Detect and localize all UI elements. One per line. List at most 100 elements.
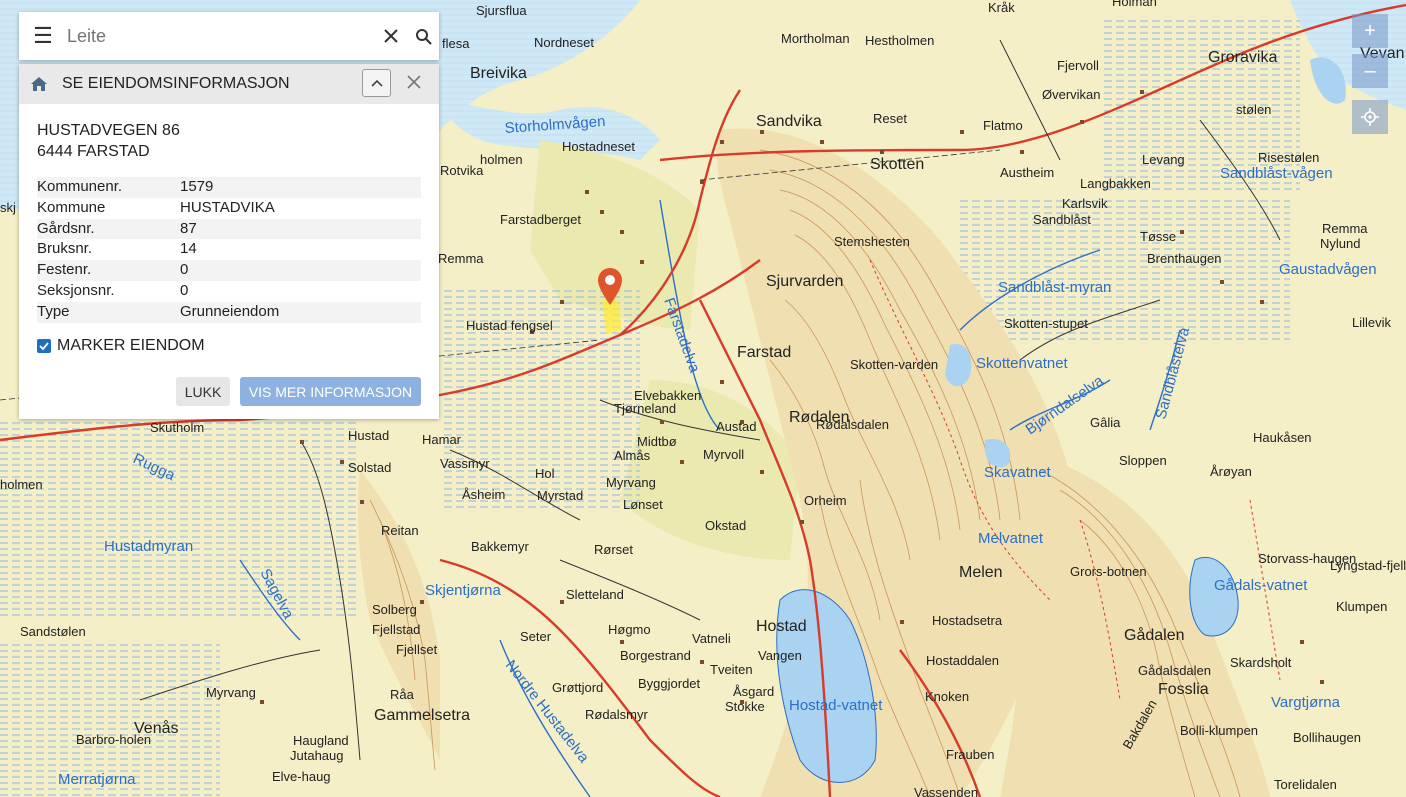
collapse-panel-button[interactable]: [362, 69, 391, 97]
svg-text:Orheim: Orheim: [804, 493, 847, 508]
svg-text:Borgestrand: Borgestrand: [620, 648, 691, 663]
svg-text:Myrstad: Myrstad: [537, 488, 583, 503]
close-panel-button[interactable]: [402, 70, 426, 94]
svg-text:Gammelsetra: Gammelsetra: [374, 707, 470, 724]
svg-text:Fjellstad: Fjellstad: [372, 622, 420, 637]
svg-text:Torelidalen: Torelidalen: [1274, 777, 1337, 792]
svg-text:flesa: flesa: [442, 36, 470, 51]
close-icon: [384, 29, 398, 43]
svg-text:Jutahaug: Jutahaug: [290, 748, 344, 763]
svg-text:Rørset: Rørset: [594, 542, 633, 557]
row-key: Festenr.: [37, 260, 180, 281]
menu-button[interactable]: ☰: [19, 12, 67, 60]
property-info-table: Kommunenr. 1579 Kommune HUSTADVIKA Gårds…: [37, 177, 421, 323]
svg-text:Hostad: Hostad: [756, 618, 807, 635]
row-key: Seksjonsnr.: [37, 281, 115, 299]
svg-text:Hustad: Hustad: [348, 428, 389, 443]
home-icon: [19, 76, 59, 92]
svg-text:Åsgard: Åsgard: [733, 684, 774, 699]
show-more-info-button[interactable]: VIS MER INFORMASJON: [240, 377, 421, 406]
svg-text:Levang: Levang: [1142, 152, 1185, 167]
svg-text:Skutholm: Skutholm: [150, 420, 204, 435]
svg-text:Vassmyr: Vassmyr: [440, 456, 490, 471]
hamburger-icon: ☰: [33, 23, 53, 48]
svg-text:Åsheim: Åsheim: [462, 487, 505, 502]
svg-text:Myrvang: Myrvang: [206, 685, 256, 700]
svg-text:Gaustadvågen: Gaustadvågen: [1279, 261, 1377, 278]
chevron-up-icon: [370, 79, 383, 87]
svg-text:Skavatnet: Skavatnet: [984, 464, 1052, 481]
svg-text:Tveiten: Tveiten: [710, 662, 753, 677]
svg-text:Grøttjord: Grøttjord: [552, 680, 603, 695]
svg-text:Hustadmyran: Hustadmyran: [104, 538, 193, 555]
svg-text:Sandblåst-myran: Sandblåst-myran: [998, 279, 1111, 296]
svg-text:Remma: Remma: [1322, 221, 1368, 236]
locate-me-button[interactable]: [1352, 100, 1388, 134]
svg-text:Høgmo: Høgmo: [608, 622, 651, 637]
svg-text:Hostadneset: Hostadneset: [562, 139, 635, 154]
svg-text:Klumpen: Klumpen: [1336, 599, 1387, 614]
checkbox-checked-icon[interactable]: [37, 339, 51, 353]
svg-text:Hostad-vatnet: Hostad-vatnet: [789, 697, 883, 714]
zoom-out-button[interactable]: –: [1352, 54, 1388, 88]
marker-label: MARKER EIENDOM: [57, 337, 205, 354]
crosshair-icon: [1361, 108, 1379, 126]
svg-text:Gådalen: Gådalen: [1124, 626, 1185, 644]
row-key: Type: [37, 301, 180, 323]
svg-text:Skardsholt: Skardsholt: [1230, 655, 1292, 670]
svg-text:Hamar: Hamar: [422, 432, 462, 447]
search-button[interactable]: [407, 12, 439, 60]
table-row: Gårdsnr. 87: [37, 218, 421, 240]
svg-text:Vassenden: Vassenden: [914, 785, 978, 797]
svg-text:Skotten: Skotten: [870, 156, 924, 173]
svg-text:Frauben: Frauben: [946, 747, 994, 762]
row-key: Gårdsnr.: [37, 218, 180, 240]
clear-search-button[interactable]: [375, 12, 407, 60]
marker-property-checkbox[interactable]: MARKER EIENDOM: [37, 337, 205, 355]
svg-text:Merratjørna: Merratjørna: [58, 771, 136, 788]
svg-text:Skottenvatnet: Skottenvatnet: [976, 355, 1069, 372]
svg-text:Fosslia: Fosslia: [1158, 681, 1209, 698]
search-input[interactable]: [67, 25, 375, 47]
svg-text:Gâlia: Gâlia: [1090, 415, 1121, 430]
svg-text:Solberg: Solberg: [372, 602, 417, 617]
svg-text:Reitan: Reitan: [381, 523, 419, 538]
svg-text:Austad: Austad: [716, 419, 756, 434]
svg-text:Almås: Almås: [614, 448, 651, 463]
zoom-in-button[interactable]: +: [1352, 14, 1388, 48]
row-key: Kommunenr.: [37, 177, 180, 198]
svg-text:Austheim: Austheim: [1000, 165, 1054, 180]
search-bar: ☰: [19, 12, 439, 60]
svg-text:Årøyan: Årøyan: [1210, 464, 1252, 479]
row-value: 87: [180, 218, 421, 240]
svg-text:Fjervoll: Fjervoll: [1057, 58, 1099, 73]
plus-icon: +: [1364, 19, 1376, 42]
svg-text:Melen: Melen: [959, 564, 1003, 581]
svg-text:Sandstølen: Sandstølen: [20, 624, 86, 639]
search-icon: [415, 28, 432, 45]
svg-text:Reset: Reset: [873, 111, 907, 126]
svg-text:Rotvika: Rotvika: [440, 163, 484, 178]
svg-text:Vangen: Vangen: [758, 648, 802, 663]
svg-text:Knoken: Knoken: [925, 689, 969, 704]
svg-text:Hostadsetra: Hostadsetra: [932, 613, 1003, 628]
svg-text:Nordneset: Nordneset: [534, 35, 594, 50]
svg-text:Karlsvik: Karlsvik: [1062, 196, 1108, 211]
svg-text:Elve-haug: Elve-haug: [272, 769, 331, 784]
svg-text:Sjursflua: Sjursflua: [476, 3, 527, 18]
svg-text:Groravika: Groravika: [1208, 49, 1277, 66]
property-info-panel: SE EIENDOMSINFORMASJON HUSTADVEGEN 86 64…: [19, 64, 439, 419]
svg-text:Solstad: Solstad: [348, 460, 391, 475]
svg-text:Bakkemyr: Bakkemyr: [471, 539, 529, 554]
svg-text:holmen: holmen: [480, 152, 523, 167]
svg-text:Fjellset: Fjellset: [396, 642, 438, 657]
svg-text:Tjørneland: Tjørneland: [614, 401, 676, 416]
svg-text:Sandvika: Sandvika: [756, 113, 822, 130]
address-line-2: 6444 FARSTAD: [37, 143, 150, 160]
svg-text:Nylund: Nylund: [1320, 236, 1360, 251]
panel-header: SE EIENDOMSINFORMASJON: [19, 64, 439, 104]
svg-text:Hestholmen: Hestholmen: [865, 33, 934, 48]
close-button[interactable]: LUKK: [176, 377, 230, 406]
svg-text:Gådals-vatnet: Gådals-vatnet: [1214, 577, 1308, 594]
svg-text:Bollihaugen: Bollihaugen: [1293, 730, 1361, 745]
